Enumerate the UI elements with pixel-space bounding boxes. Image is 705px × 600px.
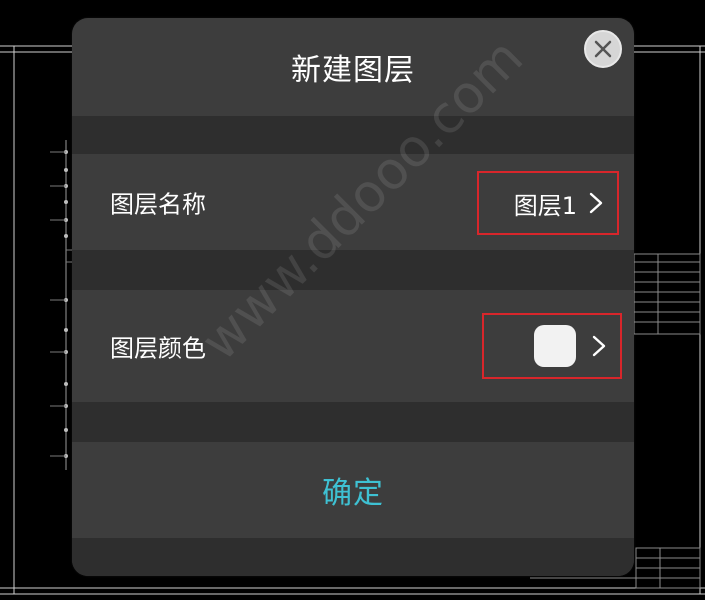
separator — [72, 250, 634, 290]
layer-name-label: 图层名称 — [110, 190, 206, 219]
confirm-label: 确定 — [322, 476, 384, 511]
close-icon — [594, 40, 612, 58]
dialog-title: 新建图层 — [291, 53, 415, 88]
layer-name-value-button[interactable]: 图层1 — [477, 171, 619, 235]
layer-color-row[interactable]: 图层颜色 — [72, 290, 634, 402]
chevron-right-icon — [592, 335, 606, 357]
layer-color-value-button[interactable] — [482, 313, 622, 379]
separator — [72, 538, 634, 576]
confirm-button[interactable]: 确定 — [72, 442, 634, 538]
color-swatch — [534, 325, 576, 367]
chevron-right-icon — [589, 192, 603, 214]
close-button[interactable] — [584, 30, 622, 68]
layer-name-value: 图层1 — [513, 191, 577, 220]
dialog-header: 新建图层 — [72, 18, 634, 116]
new-layer-dialog: 新建图层 图层名称 图层1 图层颜色 确定 — [72, 18, 634, 576]
layer-name-row[interactable]: 图层名称 图层1 — [72, 154, 634, 250]
separator — [72, 402, 634, 442]
separator — [72, 116, 634, 154]
layer-color-label: 图层颜色 — [110, 334, 206, 363]
